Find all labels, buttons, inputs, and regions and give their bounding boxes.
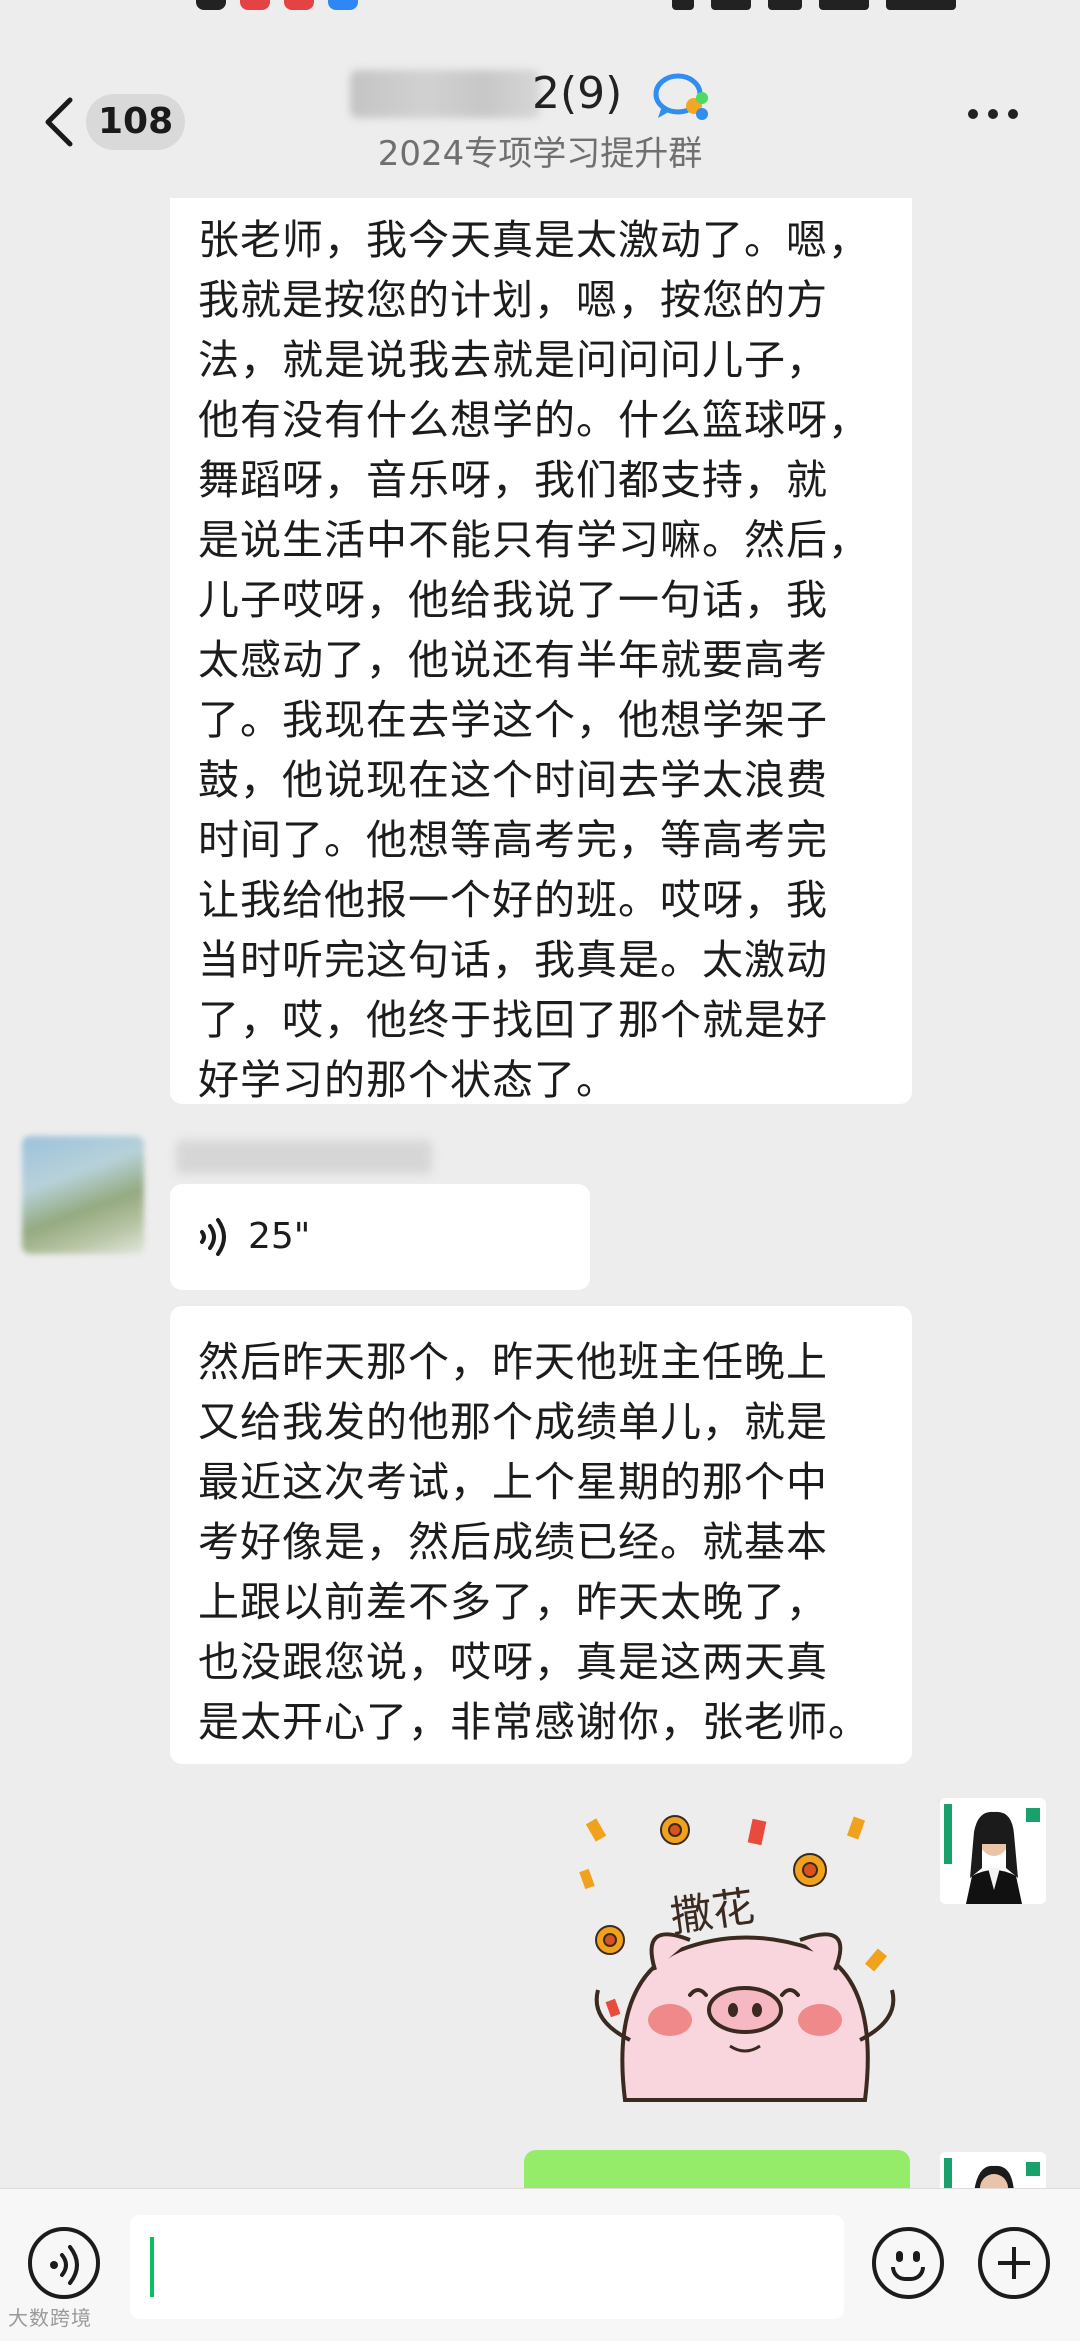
status-notification-icons [196,0,376,10]
input-bar [0,2188,1080,2341]
person-photo-icon [940,1798,1046,1904]
self-avatar[interactable] [940,2152,1046,2192]
watermark: 大数跨境 [8,2306,92,2330]
blurred-group-name [350,70,540,118]
status-system-icons [660,0,1040,12]
more-options-button[interactable] [968,104,1028,144]
emoji-button[interactable] [872,2227,944,2299]
group-subtitle: 2024专项学习提升群 [377,134,703,174]
sticker-caption: 撒花 [667,1881,758,1942]
voice-wave-icon [200,1218,226,1256]
sticker-pig-celebration[interactable]: 撒花 [570,1800,920,2130]
message-bubble-text[interactable]: 然后昨天那个，昨天他班主任晚上 又给我发的他那个成绩单儿，就是 最近这次考试，上… [170,1306,912,1764]
status-bar [0,0,1080,40]
avatar[interactable] [22,1136,144,1254]
more-icon [968,109,978,119]
emoji-icon [896,2251,903,2262]
chat-header: 108 2(9) 2024专项学习提升群 [0,40,1080,200]
pig-sticker-icon [579,1815,896,2102]
enterprise-chat-icon [653,73,708,120]
chat-title[interactable]: 2(9) [340,62,740,126]
text-cursor [150,2237,154,2297]
message-input[interactable] [130,2215,844,2319]
group-member-count: 2(9) [532,68,623,119]
sender-name [176,1140,432,1174]
message-bubble-text[interactable]: 张老师，我今天真是太激动了。嗯， 我就是按您的计划，嗯，按您的方 法，就是说我去… [170,198,912,1104]
voice-input-button[interactable] [28,2227,100,2299]
voice-duration: 25" [248,1216,311,1257]
voice-message-bubble[interactable]: 25" [170,1184,590,1290]
voice-wave-icon [50,2245,79,2285]
self-message-bubble[interactable] [524,2150,910,2190]
self-avatar[interactable] [940,1798,1046,1904]
more-functions-button[interactable] [978,2227,1050,2299]
person-photo-icon [940,2152,1046,2192]
